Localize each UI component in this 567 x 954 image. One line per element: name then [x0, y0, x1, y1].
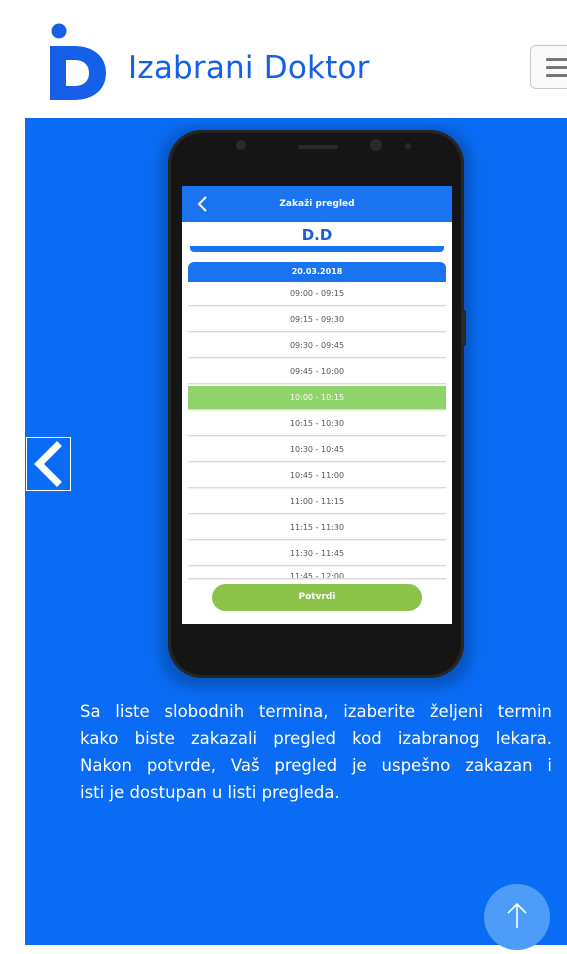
hamburger-line — [546, 74, 567, 77]
confirm-button[interactable]: Potvrdi — [212, 584, 422, 611]
brand-name[interactable]: Izabrani Doktor — [128, 50, 370, 86]
site-header: Izabrani Doktor — [0, 0, 567, 118]
doctor-name: D.D — [301, 226, 333, 244]
screen-title: Zakaži pregled — [279, 199, 355, 209]
phone-screen: Zakaži pregled D.D 20.03.2018 09:00 - 09… — [182, 186, 452, 624]
phone-speaker — [298, 145, 338, 149]
id-logo-icon[interactable] — [48, 22, 108, 102]
time-slot[interactable]: 09:45 - 10:00 — [188, 360, 446, 384]
left-margin — [0, 118, 25, 945]
chevron-left-icon — [34, 441, 62, 487]
description-line: kako biste zakazali pregled kod izabrano… — [80, 729, 552, 748]
carousel-prev-button[interactable] — [26, 437, 71, 491]
time-slot[interactable]: 11:30 - 11:45 — [188, 542, 446, 566]
phone-sensor-small — [405, 143, 411, 149]
time-slot-selected[interactable]: 10:00 - 10:15 — [188, 386, 446, 410]
phone-side-button — [463, 310, 466, 346]
time-slot[interactable]: 09:15 - 09:30 — [188, 308, 446, 332]
hamburger-menu-icon — [546, 58, 567, 61]
time-slot[interactable]: 10:45 - 11:00 — [188, 464, 446, 488]
slide-description: Sa liste slobodnih termina, izaberite že… — [80, 698, 552, 806]
time-slot[interactable]: 11:00 - 11:15 — [188, 490, 446, 514]
description-line: isti je dostupan u listi pregleda. — [80, 783, 340, 802]
scroll-to-top-button[interactable] — [484, 884, 550, 950]
description-line: Sa liste slobodnih termina, izaberite že… — [80, 702, 552, 721]
time-slot[interactable]: 10:15 - 10:30 — [188, 412, 446, 436]
time-slot[interactable]: 09:00 - 09:15 — [188, 282, 446, 306]
description-line: Nakon potvrde, Vaš pregled je uspešno za… — [80, 756, 552, 775]
arrow-up-icon — [507, 902, 527, 928]
phone-camera — [236, 140, 246, 150]
phone-sensor — [370, 139, 382, 151]
hamburger-menu-button[interactable] — [530, 45, 567, 89]
hamburger-line — [546, 66, 567, 69]
time-slot[interactable]: 11:45 - 12:00 — [188, 568, 446, 579]
time-slot-list: 09:00 - 09:15 09:15 - 09:30 09:30 - 09:4… — [188, 282, 446, 581]
doctor-underline — [190, 246, 444, 252]
time-slot[interactable]: 10:30 - 10:45 — [188, 438, 446, 462]
time-slot[interactable]: 09:30 - 09:45 — [188, 334, 446, 358]
date-header: 20.03.2018 — [188, 262, 446, 282]
time-slot[interactable]: 11:15 - 11:30 — [188, 516, 446, 540]
